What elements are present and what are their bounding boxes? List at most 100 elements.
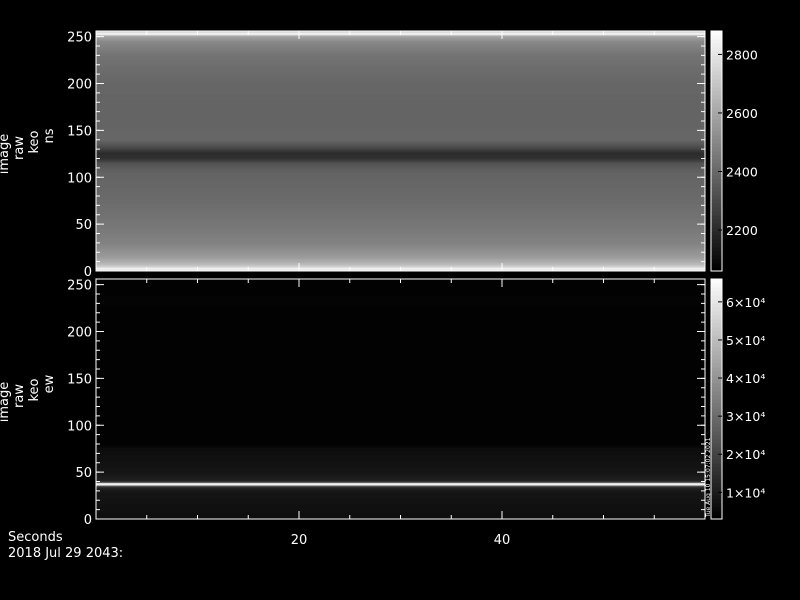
colorbar-step — [711, 67, 722, 72]
colorbar-step — [711, 359, 722, 364]
y-axis-label-word: raw — [12, 136, 27, 160]
y-axis-label-word: keo — [27, 378, 42, 401]
colorbar-step — [711, 147, 722, 152]
colorbar-step — [711, 219, 722, 224]
colorbar-step — [711, 39, 722, 44]
colorbar-tick-label: 2×10⁴ — [726, 447, 765, 462]
colorbar-step — [711, 119, 722, 124]
colorbar-step — [711, 319, 722, 324]
panel-1: 050100150200250imagerawkeons220024002600… — [0, 30, 758, 280]
colorbar-step — [711, 63, 722, 68]
colorbar-step — [711, 227, 722, 232]
colorbar-step — [711, 403, 722, 408]
colorbar-step — [711, 75, 722, 80]
colorbar-step — [711, 255, 722, 260]
colorbar-step — [711, 35, 722, 40]
colorbar-step — [711, 355, 722, 360]
colorbar-step — [711, 375, 722, 380]
colorbar-step — [711, 175, 722, 180]
colorbar-tick-label: 6×10⁴ — [726, 295, 765, 310]
colorbar-step — [711, 435, 722, 440]
colorbar-step — [711, 287, 722, 292]
panel-2: 0 50 100 150 200 250 imagerawkeoew 1×10⁴ 2×10⁴ 3×… — [0, 278, 765, 528]
colorbar-step — [711, 479, 722, 484]
colorbar-step — [711, 391, 722, 396]
colorbar-step — [711, 167, 722, 172]
colorbar-step — [711, 431, 722, 436]
y-tick-label: 150 — [67, 372, 92, 387]
colorbar-step — [711, 143, 722, 148]
heatmap-image — [96, 31, 705, 272]
colorbar-step — [711, 443, 722, 448]
colorbar-step — [711, 179, 722, 184]
colorbar-step — [711, 223, 722, 228]
y-axis-label-word: ns — [42, 128, 57, 143]
colorbar-step — [711, 383, 722, 388]
colorbar-tick-label: 2600 — [726, 106, 758, 121]
colorbar-step — [711, 127, 722, 132]
colorbar-tick-label: 3×10⁴ — [726, 409, 765, 424]
colorbar-step — [711, 231, 722, 236]
colorbar-step — [711, 507, 722, 512]
colorbar-step — [711, 295, 722, 300]
x-tick-label: 40 — [494, 533, 511, 548]
colorbar-step — [711, 83, 722, 88]
colorbar-step — [711, 191, 722, 196]
y-tick-label: 250 — [67, 31, 92, 46]
colorbar-step — [711, 99, 722, 104]
colorbar-step — [711, 259, 722, 264]
colorbar-step — [711, 155, 722, 160]
colorbar-step — [711, 279, 722, 284]
colorbar-step — [711, 91, 722, 96]
y-axis-label-word: raw — [12, 384, 27, 408]
colorbar-step — [711, 311, 722, 316]
colorbar-step — [711, 331, 722, 336]
colorbar-tick-label: 1×10⁴ — [726, 485, 765, 500]
colorbar-step — [711, 47, 722, 52]
y-tick-label: 100 — [67, 419, 92, 434]
colorbar-step — [711, 59, 722, 64]
colorbar-step — [711, 283, 722, 288]
colorbar-step — [711, 291, 722, 296]
colorbar-step — [711, 107, 722, 112]
colorbar-step — [711, 315, 722, 320]
colorbar-step — [711, 407, 722, 412]
colorbar-step — [711, 511, 722, 516]
colorbar-step — [711, 447, 722, 452]
colorbar-step — [711, 379, 722, 384]
colorbar-step — [711, 299, 722, 304]
colorbar-step — [711, 115, 722, 120]
colorbar-step — [711, 499, 722, 504]
x-axis-label: Seconds — [8, 530, 63, 545]
colorbar-step — [711, 163, 722, 168]
colorbar-step — [711, 475, 722, 480]
heatmap-image — [96, 279, 705, 520]
colorbar-tick-label: 4×10⁴ — [726, 371, 765, 386]
keogram-figure: 050100150200250imagerawkeons220024002600… — [0, 0, 800, 600]
colorbar-step — [711, 455, 722, 460]
colorbar-tick-label: 2200 — [726, 223, 758, 238]
colorbar-step — [711, 71, 722, 76]
colorbar-step — [711, 307, 722, 312]
colorbar-step — [711, 79, 722, 84]
colorbar-step — [711, 399, 722, 404]
colorbar-step — [711, 363, 722, 368]
y-tick-label: 50 — [75, 466, 92, 481]
colorbar-step — [711, 139, 722, 144]
colorbar-step — [711, 503, 722, 508]
colorbar-step — [711, 195, 722, 200]
colorbar-step — [711, 103, 722, 108]
colorbar-step — [711, 251, 722, 256]
colorbar-step — [711, 43, 722, 48]
y-tick-label: 250 — [67, 279, 92, 294]
colorbar-tick-label: 2400 — [726, 164, 758, 179]
timestamp: 2018 Jul 29 2043: — [8, 546, 124, 561]
colorbar-step — [711, 263, 722, 268]
y-axis-label-word: image — [0, 382, 12, 423]
colorbar-step — [711, 199, 722, 204]
colorbar-step — [711, 491, 722, 496]
y-tick-label: 50 — [75, 218, 92, 233]
colorbar-step — [711, 87, 722, 92]
colorbar-step — [711, 451, 722, 456]
colorbar-step — [711, 211, 722, 216]
